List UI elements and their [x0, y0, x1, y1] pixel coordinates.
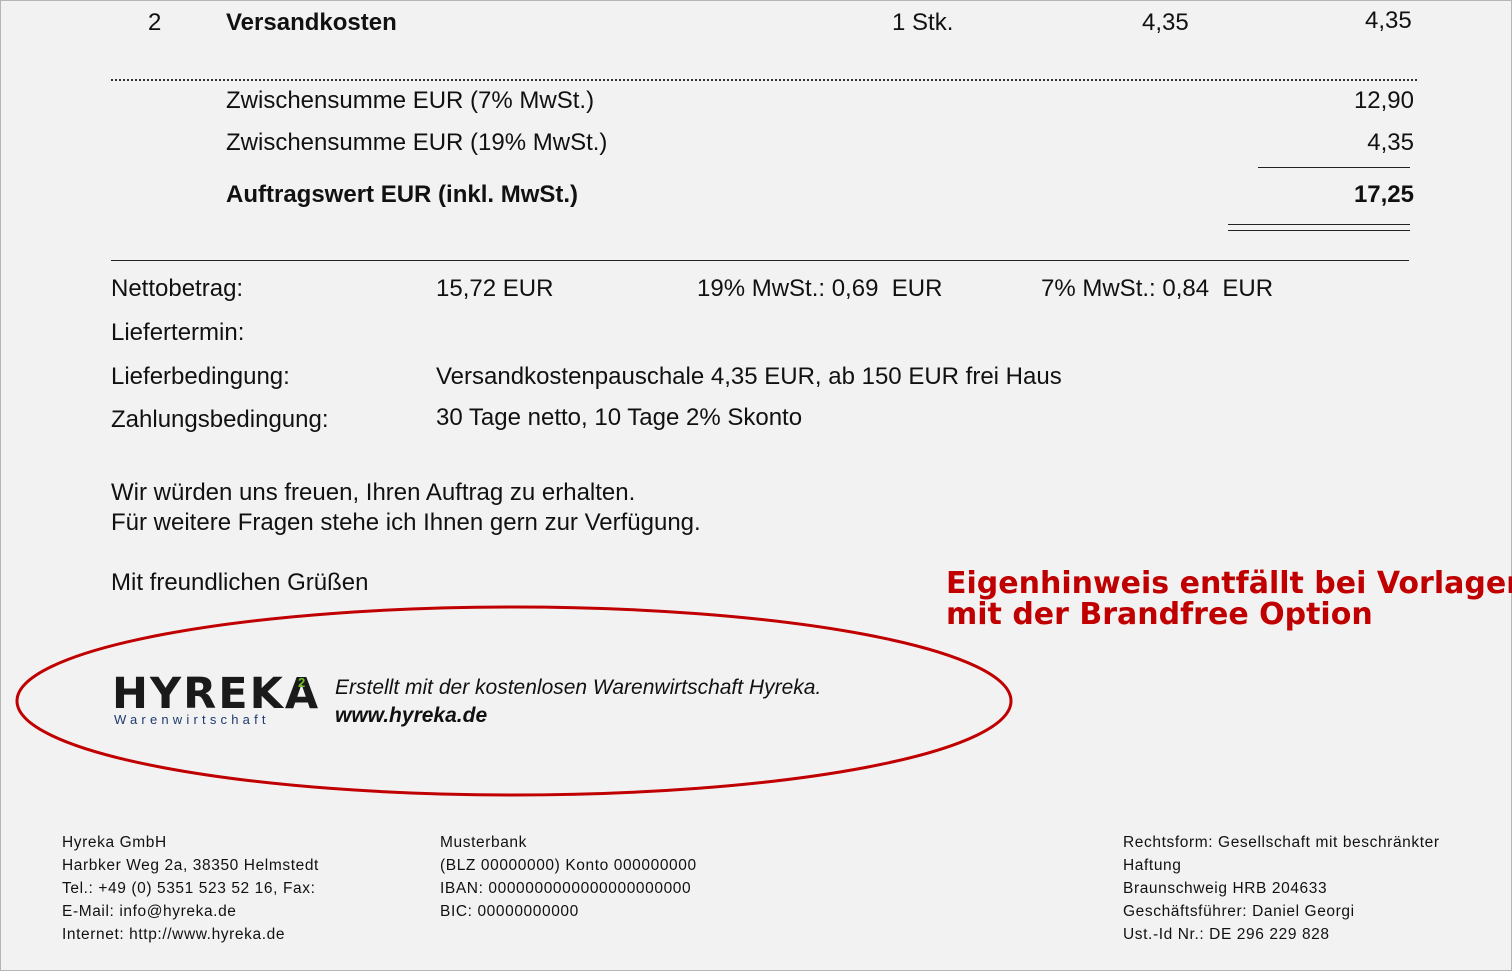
- greeting: Mit freundlichen Grüßen: [111, 569, 369, 596]
- logo-superscript: 2: [298, 675, 306, 690]
- item-quantity: 1 Stk.: [892, 9, 954, 36]
- total-double-underline-bottom: [1228, 230, 1410, 231]
- logo-wordmark: HYREKA: [112, 669, 321, 719]
- footer-bank-line: (BLZ 00000000) Konto 000000000: [440, 857, 697, 874]
- footer-company-line: Harbker Weg 2a, 38350 Helmstedt: [62, 857, 319, 874]
- item-total: 4,35: [1365, 7, 1412, 34]
- branding-url[interactable]: www.hyreka.de: [335, 704, 487, 728]
- hyreka-logo: HYREKA 2 Warenwirtschaft: [112, 672, 318, 730]
- vat-19-amount: 19% MwSt.: 0,69 EUR: [697, 275, 943, 302]
- subtotal-7-value: 12,90: [1353, 87, 1414, 114]
- section-divider: [111, 260, 1409, 261]
- logo-subtitle: Warenwirtschaft: [114, 712, 270, 727]
- order-total-label: Auftragswert EUR (inkl. MwSt.): [226, 181, 579, 208]
- dotted-divider: [111, 79, 1417, 81]
- subtotal-7-label: Zwischensumme EUR (7% MwSt.): [226, 87, 595, 114]
- footer-legal-line: Haftung: [1123, 857, 1182, 874]
- item-position: 2: [148, 9, 162, 36]
- footer-bank-line: Musterbank: [440, 834, 527, 851]
- footer-legal-line: Braunschweig HRB 204633: [1123, 880, 1328, 897]
- brandfree-notice: Eigenhinweis entfällt bei Vorlagen mit d…: [946, 568, 1512, 630]
- delivery-date-label: Liefertermin:: [111, 319, 245, 346]
- footer-legal-line: Geschäftsführer: Daniel Georgi: [1123, 903, 1355, 920]
- net-amount-value: 15,72 EUR: [436, 275, 554, 302]
- footer-legal: Rechtsform: Gesellschaft mit beschränkte…: [1123, 831, 1440, 946]
- footer-bank-line: BIC: 00000000000: [440, 903, 579, 920]
- delivery-terms-value: Versandkostenpauschale 4,35 EUR, ab 150 …: [436, 363, 1062, 390]
- subtotal-19-label: Zwischensumme EUR (19% MwSt.): [226, 129, 608, 156]
- branding-text: Erstellt mit der kostenlosen Warenwirtsc…: [335, 676, 822, 699]
- footer-bank: Musterbank (BLZ 00000000) Konto 00000000…: [440, 831, 697, 923]
- subtotal-underline: [1258, 167, 1410, 168]
- delivery-terms-label: Lieferbedingung:: [111, 363, 290, 390]
- closing-line-1: Wir würden uns freuen, Ihren Auftrag zu …: [111, 479, 636, 506]
- vat-7-amount: 7% MwSt.: 0,84 EUR: [1041, 275, 1274, 302]
- footer-legal-line: Rechtsform: Gesellschaft mit beschränkte…: [1123, 834, 1440, 851]
- closing-line-2: Für weitere Fragen stehe ich Ihnen gern …: [111, 509, 701, 536]
- payment-terms-value: 30 Tage netto, 10 Tage 2% Skonto: [436, 404, 803, 431]
- footer-company-line: Hyreka GmbH: [62, 834, 167, 851]
- net-amount-label: Nettobetrag:: [111, 275, 244, 302]
- footer-bank-line: IBAN: 0000000000000000000000: [440, 880, 692, 897]
- footer-email[interactable]: E-Mail: info@hyreka.de: [62, 900, 319, 923]
- footer-company: Hyreka GmbH Harbker Weg 2a, 38350 Helmst…: [62, 831, 319, 946]
- total-double-underline-top: [1228, 224, 1410, 225]
- item-unit-price: 4,35: [1142, 9, 1189, 36]
- payment-terms-label: Zahlungsbedingung:: [111, 406, 329, 433]
- brandfree-notice-line-1: Eigenhinweis entfällt bei Vorlagen: [946, 566, 1512, 601]
- item-name: Versandkosten: [226, 9, 397, 36]
- order-total-value: 17,25: [1353, 181, 1414, 208]
- brandfree-notice-line-2: mit der Brandfree Option: [946, 597, 1373, 632]
- footer-website[interactable]: Internet: http://www.hyreka.de: [62, 923, 319, 946]
- footer-company-line: Tel.: +49 (0) 5351 523 52 16, Fax:: [62, 880, 316, 897]
- footer-legal-line: Ust.-Id Nr.: DE 296 229 828: [1123, 926, 1330, 943]
- subtotal-19-value: 4,35: [1367, 129, 1414, 156]
